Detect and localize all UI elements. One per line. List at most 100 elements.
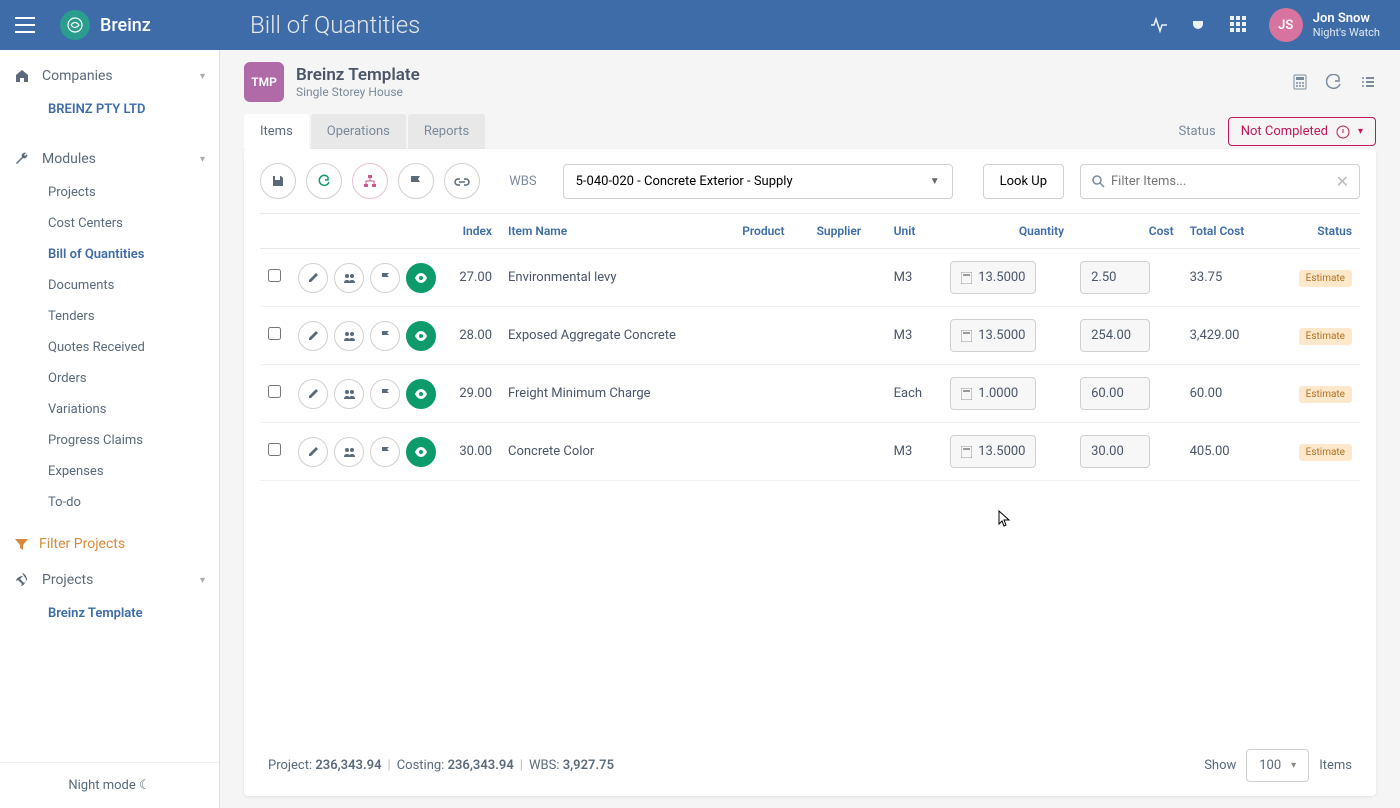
- view-button[interactable]: [406, 263, 436, 293]
- cost-input[interactable]: 2.50: [1080, 261, 1150, 294]
- col-item-name[interactable]: Item Name: [500, 214, 734, 249]
- apps-icon[interactable]: [1229, 15, 1249, 35]
- refresh-icon[interactable]: [1326, 74, 1342, 90]
- hierarchy-button[interactable]: [352, 163, 388, 199]
- status-badge: Estimate: [1299, 386, 1352, 403]
- cost-input[interactable]: 254.00: [1080, 319, 1150, 352]
- sidebar-modules-header[interactable]: Modules ▾: [0, 141, 219, 177]
- cell-item-name: Concrete Color: [500, 423, 734, 481]
- chevron-down-icon: ▾: [1291, 760, 1296, 771]
- list-icon[interactable]: [1360, 74, 1376, 90]
- tab-reports[interactable]: Reports: [408, 114, 485, 149]
- cell-product: [734, 307, 808, 365]
- sidebar-item-orders[interactable]: Orders: [0, 363, 219, 394]
- quantity-input[interactable]: 13.5000: [950, 435, 1036, 468]
- context-title: Breinz Template: [296, 65, 420, 85]
- cell-unit: Each: [886, 365, 943, 423]
- flag-row-button[interactable]: [370, 437, 400, 467]
- items-table: Index Item Name Product Supplier Unit Qu…: [260, 213, 1360, 481]
- sidebar-projects-header[interactable]: Projects ▾: [0, 562, 219, 598]
- view-button[interactable]: [406, 379, 436, 409]
- sidebar-item-expenses[interactable]: Expenses: [0, 456, 219, 487]
- sidebar-item-quotes[interactable]: Quotes Received: [0, 332, 219, 363]
- sidebar-item-documents[interactable]: Documents: [0, 270, 219, 301]
- clear-icon[interactable]: ✕: [1336, 172, 1349, 191]
- filter-projects[interactable]: Filter Projects: [0, 526, 219, 562]
- status-dropdown[interactable]: Not Completed ▾: [1228, 117, 1376, 146]
- sidebar-item-progress-claims[interactable]: Progress Claims: [0, 425, 219, 456]
- plug-icon[interactable]: [1189, 15, 1209, 35]
- sidebar-item-variations[interactable]: Variations: [0, 394, 219, 425]
- wrench-icon: [14, 151, 34, 167]
- view-button[interactable]: [406, 437, 436, 467]
- cell-unit: M3: [886, 249, 943, 307]
- chevron-down-icon: ▼: [930, 176, 940, 187]
- logo-area[interactable]: Breinz: [50, 10, 220, 40]
- table-row: 28.00 Exposed Aggregate Concrete M3 13.5…: [260, 307, 1360, 365]
- edit-button[interactable]: [298, 379, 328, 409]
- group-button[interactable]: [334, 437, 364, 467]
- edit-button[interactable]: [298, 263, 328, 293]
- group-button[interactable]: [334, 321, 364, 351]
- refresh-button[interactable]: [306, 163, 342, 199]
- pulse-icon[interactable]: [1149, 15, 1169, 35]
- sidebar-item-boq[interactable]: Bill of Quantities: [0, 239, 219, 270]
- cost-input[interactable]: 30.00: [1080, 435, 1150, 468]
- lookup-button[interactable]: Look Up: [983, 164, 1064, 199]
- cell-item-name: Exposed Aggregate Concrete: [500, 307, 734, 365]
- page-size-select[interactable]: 100 ▾: [1246, 749, 1309, 782]
- save-button[interactable]: [260, 163, 296, 199]
- tab-operations[interactable]: Operations: [311, 114, 406, 149]
- sidebar: Companies ▾ BREINZ PTY LTD Modules ▾ Pro…: [0, 50, 220, 808]
- cell-index: 28.00: [450, 307, 500, 365]
- flag-button[interactable]: [398, 163, 434, 199]
- col-quantity[interactable]: Quantity: [942, 214, 1072, 249]
- night-mode-toggle[interactable]: Night mode ☾: [0, 762, 219, 808]
- sidebar-item-todo[interactable]: To-do: [0, 487, 219, 518]
- sidebar-item-tenders[interactable]: Tenders: [0, 301, 219, 332]
- col-status[interactable]: Status: [1272, 214, 1360, 249]
- calculator-icon[interactable]: [1292, 74, 1308, 90]
- wbs-select[interactable]: 5-040-020 - Concrete Exterior - Supply ▼: [563, 164, 953, 199]
- link-button[interactable]: [444, 163, 480, 199]
- edit-button[interactable]: [298, 321, 328, 351]
- edit-button[interactable]: [298, 437, 328, 467]
- row-checkbox[interactable]: [268, 327, 281, 340]
- quantity-input[interactable]: 13.5000: [950, 319, 1036, 352]
- sidebar-item-projects[interactable]: Projects: [0, 177, 219, 208]
- cost-input[interactable]: 60.00: [1080, 377, 1150, 410]
- col-supplier[interactable]: Supplier: [809, 214, 886, 249]
- group-button[interactable]: [334, 379, 364, 409]
- cell-product: [734, 423, 808, 481]
- status-badge: Estimate: [1299, 444, 1352, 461]
- cell-item-name: Environmental levy: [500, 249, 734, 307]
- row-checkbox[interactable]: [268, 385, 281, 398]
- filter-input[interactable]: [1105, 165, 1336, 198]
- sidebar-item-cost-centers[interactable]: Cost Centers: [0, 208, 219, 239]
- quantity-input[interactable]: 13.5000: [950, 261, 1036, 294]
- user-menu[interactable]: JS Jon Snow Night's Watch: [1269, 8, 1380, 42]
- tab-items[interactable]: Items: [244, 114, 309, 149]
- calculator-icon: [961, 330, 972, 342]
- menu-button[interactable]: [0, 0, 50, 50]
- flag-row-button[interactable]: [370, 379, 400, 409]
- row-checkbox[interactable]: [268, 269, 281, 282]
- view-button[interactable]: [406, 321, 436, 351]
- col-cost[interactable]: Cost: [1072, 214, 1182, 249]
- flag-row-button[interactable]: [370, 263, 400, 293]
- flag-row-button[interactable]: [370, 321, 400, 351]
- sidebar-project-item[interactable]: Breinz Template: [0, 598, 219, 629]
- cell-product: [734, 365, 808, 423]
- col-index[interactable]: Index: [450, 214, 500, 249]
- sidebar-companies-header[interactable]: Companies ▾: [0, 58, 219, 94]
- col-unit[interactable]: Unit: [886, 214, 943, 249]
- quantity-input[interactable]: 1.0000: [950, 377, 1036, 410]
- chevron-down-icon: ▾: [200, 575, 205, 586]
- sidebar-company-item[interactable]: BREINZ PTY LTD: [0, 94, 219, 125]
- row-checkbox[interactable]: [268, 443, 281, 456]
- avatar: JS: [1269, 8, 1303, 42]
- col-product[interactable]: Product: [734, 214, 808, 249]
- cell-total: 33.75: [1182, 249, 1272, 307]
- col-total-cost[interactable]: Total Cost: [1182, 214, 1272, 249]
- group-button[interactable]: [334, 263, 364, 293]
